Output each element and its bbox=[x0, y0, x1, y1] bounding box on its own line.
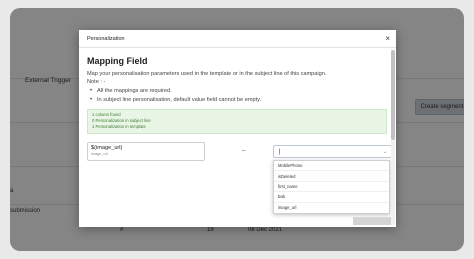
modal-header: Personalization × bbox=[79, 30, 396, 48]
modal-footer-button[interactable] bbox=[353, 217, 391, 225]
mapping-options-dropdown: MobilePhone isDeleted first_name bab ima… bbox=[273, 160, 390, 214]
note-list: All the mappings are required. In subjec… bbox=[87, 87, 388, 105]
app-frame: External Trigger Create segment a submis… bbox=[10, 8, 464, 251]
parameter-field: $(image_url) image_url bbox=[87, 142, 205, 161]
mapping-separator: – bbox=[242, 148, 246, 154]
success-summary-box: 1 column found 0 Personalization in subj… bbox=[87, 109, 387, 134]
dropdown-option[interactable]: first_name bbox=[274, 182, 389, 193]
select-input-cursor[interactable]: | bbox=[279, 149, 281, 155]
note-label: Note : - bbox=[87, 79, 106, 85]
mapping-description: Map your personalisation parameters used… bbox=[87, 71, 327, 77]
modal-title: Personalization bbox=[87, 35, 125, 42]
modal-scrollbar-thumb[interactable] bbox=[391, 50, 395, 140]
chevron-down-icon[interactable]: ⌄ bbox=[383, 149, 387, 155]
dropdown-option[interactable]: isDeleted bbox=[274, 171, 389, 182]
note-item: All the mappings are required. bbox=[87, 87, 388, 96]
modal-body: Mapping Field Map your personalisation p… bbox=[79, 48, 396, 214]
template-personalization-count: 1 Personalization in template bbox=[92, 124, 146, 129]
parameter-name: $(image_url) bbox=[91, 145, 123, 151]
close-icon[interactable]: × bbox=[385, 34, 390, 43]
note-item: In subject line personalisation, default… bbox=[87, 96, 388, 105]
personalization-modal: Personalization × Mapping Field Map your… bbox=[79, 30, 396, 227]
mapping-field-select[interactable]: | ⌄ bbox=[273, 145, 392, 158]
mapping-row: $(image_url) image_url – | ⌄ MobilePhone… bbox=[87, 142, 392, 214]
dropdown-option[interactable]: bab bbox=[274, 192, 389, 203]
mapping-field-heading: Mapping Field bbox=[87, 56, 148, 66]
dropdown-option[interactable]: image_url bbox=[274, 203, 389, 213]
parameter-sub-label: image_url bbox=[91, 152, 108, 156]
dropdown-option[interactable]: MobilePhone bbox=[274, 161, 389, 172]
